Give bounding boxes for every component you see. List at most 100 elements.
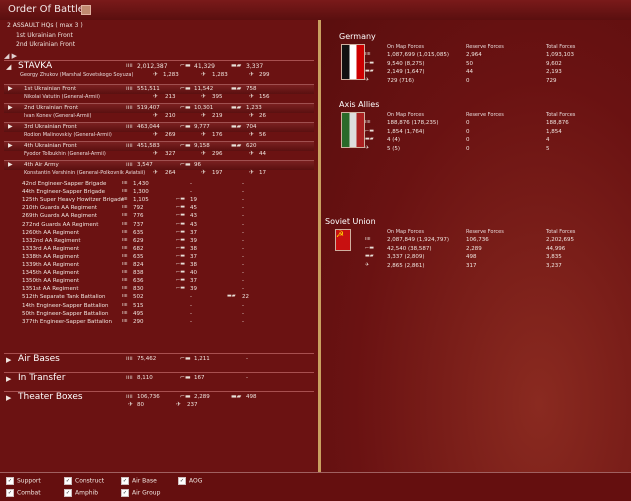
front-row[interactable]: ▶ 3rd Ukrainian Front ıııı 463,044 ⌐▬ 9,777 ▬▰…	[4, 122, 314, 132]
unit-men: 682	[133, 245, 144, 252]
men-icon: ıııı	[122, 196, 128, 203]
filter-support-checkbox[interactable]: ✓ Support	[6, 477, 41, 485]
unit-name[interactable]: 1339th AA Regiment	[22, 262, 79, 270]
section-in-transfer[interactable]: ▶ In Transfer ıııı 8,110 ⌐▬ 167 -	[4, 372, 314, 385]
front-row[interactable]: ▶ 1st Ukrainian Front ıııı 551,511 ⌐▬ 11,542 ▬…	[4, 84, 314, 94]
unit-name[interactable]: 269th Guards AA Regiment	[22, 213, 97, 221]
plane-icon: ✈	[201, 169, 207, 176]
unit-name[interactable]: 14th Engineer-Sapper Battalion	[22, 303, 109, 311]
stavka-planes-b: 1,283	[212, 72, 228, 78]
unit-name[interactable]: 44th Engineer-Sapper Brigade	[22, 189, 105, 197]
unit-name[interactable]: 1332nd AA Regiment	[22, 238, 81, 246]
expand-triangle-icon[interactable]: ▶	[6, 375, 11, 383]
window-menu-icon[interactable]	[81, 5, 91, 15]
filter-aog-checkbox[interactable]: ✓ AOG	[178, 477, 202, 485]
checkmark-icon[interactable]: ✓	[121, 477, 129, 485]
filter-air-base-checkbox[interactable]: ✓ Air Base	[121, 477, 157, 485]
gun-icon: ⌐▬	[180, 85, 191, 92]
unit-guns: 43	[190, 221, 197, 228]
front-planes-b: 296	[212, 151, 223, 157]
plane-icon: ✈	[201, 93, 207, 100]
stavka-planes-a: 1,283	[163, 72, 179, 78]
assault-hq-1[interactable]: 1st Ukrainian Front	[16, 32, 73, 39]
checkmark-icon[interactable]: ✓	[64, 489, 72, 497]
reserve-value: 0	[466, 128, 470, 135]
assault-hq-2[interactable]: 2nd Ukrainian Front	[16, 41, 75, 48]
front-row[interactable]: ▶ 4th Air Army ıııı 3,547 ⌐▬ 96	[4, 160, 314, 170]
unit-tanks: -	[242, 237, 244, 244]
expand-triangle-icon[interactable]: ▶	[8, 161, 13, 168]
expand-triangle-icon[interactable]: ▶	[8, 104, 13, 111]
gun-icon: ⌐▬	[365, 127, 374, 134]
unit-name[interactable]: 210th Guards AA Regiment	[22, 205, 97, 213]
unit-name[interactable]: 1333rd AA Regiment	[22, 246, 79, 254]
front-tanks: 758	[246, 86, 257, 92]
section-air-bases[interactable]: ▶ Air Bases ıııı 75,462 ⌐▬ 1,211 -	[4, 353, 314, 366]
unit-tanks: -	[242, 229, 244, 236]
unit-men: 629	[133, 237, 144, 244]
unit-name[interactable]: 50th Engineer-Sapper Battalion	[22, 311, 109, 319]
front-planes-a: 210	[165, 113, 176, 119]
unit-tanks: -	[242, 197, 244, 204]
filter-construct-checkbox[interactable]: ✓ Construct	[64, 477, 104, 485]
unit-tanks: -	[242, 245, 244, 252]
front-row[interactable]: ▶ 2nd Ukrainian Front ıııı 519,407 ⌐▬ 10,301 ▬…	[4, 103, 314, 113]
expand-triangle-icon[interactable]: ▶	[6, 356, 11, 364]
unit-name[interactable]: 125th Super Heavy Howitzer Brigade	[22, 197, 124, 205]
unit-name[interactable]: 1338th AA Regiment	[22, 254, 79, 262]
expand-triangle-icon[interactable]: ▶	[8, 123, 13, 130]
unit-men: 838	[133, 270, 144, 277]
filter-label: Air Group	[132, 489, 161, 497]
stavka-commander: Georgy Zhukov (Marshal Sovetskogo Soyuza…	[20, 72, 134, 78]
filter-combat-checkbox[interactable]: ✓ Combat	[6, 489, 41, 497]
unit-guns: 39	[190, 286, 197, 293]
men-icon: ıııı	[122, 301, 128, 308]
men-icon: ıııı	[122, 236, 128, 243]
expand-triangle-icon[interactable]: ▶	[8, 142, 13, 149]
nation-flag-icon	[341, 112, 365, 148]
reserve-value: 317	[466, 262, 477, 269]
section-planes-b: 237	[187, 402, 198, 408]
collapse-arrows-icon[interactable]: ◢ ▶	[4, 52, 17, 60]
checkmark-icon[interactable]: ✓	[6, 477, 14, 485]
men-icon: ıııı	[126, 161, 133, 168]
front-row[interactable]: ▶ 4th Ukrainian Front ıııı 451,583 ⌐▬ 9,158 ▬▰…	[4, 141, 314, 151]
stavka-name: STAVKA	[18, 61, 53, 71]
tank-icon: ▬▰	[231, 393, 242, 400]
tank-icon: ▬▰	[231, 62, 242, 69]
filter-air-group-checkbox[interactable]: ✓ Air Group	[121, 489, 160, 497]
checkmark-icon[interactable]: ✓	[64, 477, 72, 485]
gun-icon: ⌐▬	[180, 161, 191, 168]
unit-guns: -	[190, 302, 192, 309]
unit-tanks: -	[242, 318, 244, 325]
expand-triangle-icon[interactable]: ◢	[6, 63, 11, 71]
unit-name[interactable]: 272nd Guards AA Regiment	[22, 222, 98, 230]
checkmark-icon[interactable]: ✓	[6, 489, 14, 497]
tank-icon: ▬▰	[231, 104, 242, 111]
expand-triangle-icon[interactable]: ▶	[6, 394, 11, 402]
on-map-value: 1,087,699 (1,015,085)	[387, 52, 450, 58]
unit-name[interactable]: 1350th AA Regiment	[22, 278, 79, 286]
tank-icon: ▬▰	[231, 142, 242, 149]
front-name: 2nd Ukrainian Front	[24, 105, 79, 111]
unit-name[interactable]: 1345th AA Regiment	[22, 270, 79, 278]
plane-icon: ✈	[249, 150, 255, 157]
checkmark-icon[interactable]: ✓	[178, 477, 186, 485]
front-commander: Nikolai Vatutin (General-Armii)	[24, 94, 101, 100]
unit-guns: -	[190, 189, 192, 196]
section-theater-boxes[interactable]: ▶ Theater Boxes ıııı 106,736 ⌐▬ 2,289 ▬▰ 498	[4, 391, 314, 404]
unit-name[interactable]: 1351st AA Regiment	[22, 286, 79, 294]
filter-amphib-checkbox[interactable]: ✓ Amphib	[64, 489, 98, 497]
unit-name[interactable]: 42nd Engineer-Sapper Brigade	[22, 181, 106, 189]
reserve-value: 0	[466, 145, 470, 152]
section-planes-a: 80	[137, 402, 144, 408]
unit-tanks: -	[242, 213, 244, 220]
unit-guns: 39	[190, 237, 197, 244]
reserve-value: 50	[466, 60, 473, 67]
unit-name[interactable]: 512th Separate Tank Battalion	[22, 294, 106, 302]
checkmark-icon[interactable]: ✓	[121, 489, 129, 497]
total-value: 3,835	[546, 254, 562, 260]
expand-triangle-icon[interactable]: ▶	[8, 85, 13, 92]
unit-name[interactable]: 1260th AA Regiment	[22, 230, 79, 238]
unit-name[interactable]: 377th Engineer-Sapper Battalion	[22, 319, 112, 327]
